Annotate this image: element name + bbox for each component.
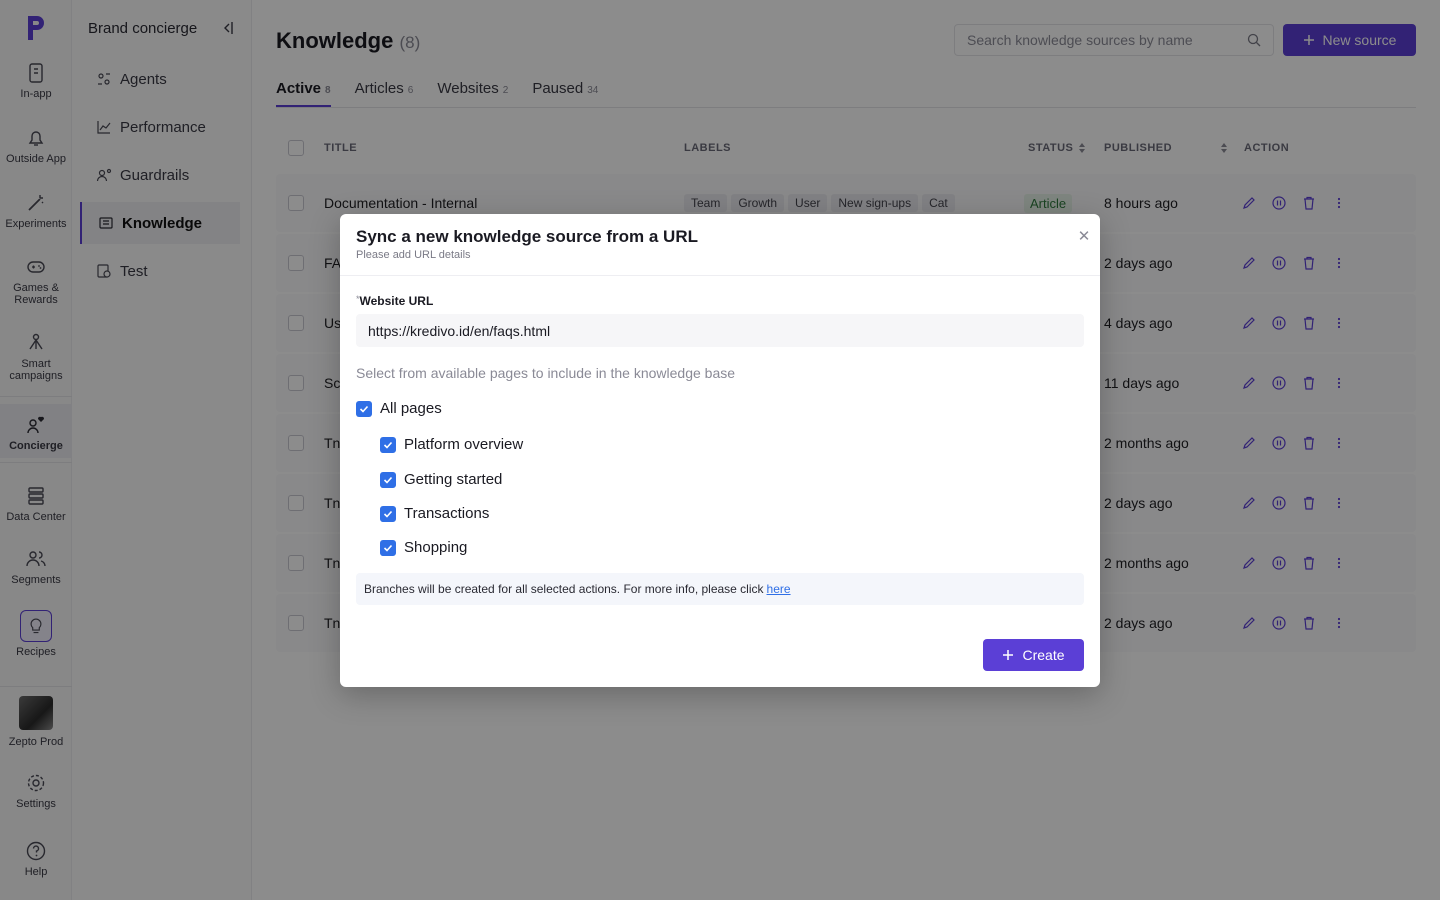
modal-title: Sync a new knowledge source from a URL (356, 227, 698, 246)
all-pages-label: All pages (380, 400, 442, 417)
page-option-label: Transactions (404, 505, 490, 522)
sync-url-modal: Sync a new knowledge source from a URL P… (340, 214, 1100, 687)
modal-subtitle: Please add URL details (356, 249, 471, 261)
close-icon[interactable]: ✕ (1076, 229, 1092, 245)
info-text: Branches will be created for all selecte… (364, 582, 764, 596)
info-link[interactable]: here (767, 582, 791, 596)
modal-header: Sync a new knowledge source from a URL P… (340, 214, 1100, 276)
checkbox-checked[interactable] (380, 539, 396, 556)
check-icon (383, 544, 393, 552)
checkbox-checked[interactable] (356, 400, 372, 417)
checkbox-checked[interactable] (380, 436, 396, 453)
page-option-label: Getting started (404, 471, 503, 488)
website-url-label: *Website URL (356, 294, 433, 308)
website-url-input[interactable] (356, 314, 1084, 347)
check-icon (359, 405, 369, 413)
check-icon (383, 441, 393, 449)
all-pages-checkbox[interactable]: All pages (356, 400, 442, 417)
page-option-transactions[interactable]: Transactions (380, 505, 489, 522)
info-banner: Branches will be created for all selecte… (356, 573, 1084, 605)
pages-hint: Select from available pages to include i… (356, 365, 736, 381)
create-label: Create (1022, 647, 1065, 663)
page-option-label: Shopping (404, 539, 468, 556)
page-option-platform-overview[interactable]: Platform overview (380, 436, 523, 453)
page-option-getting-started[interactable]: Getting started (380, 471, 502, 488)
checkbox-checked[interactable] (380, 505, 396, 522)
check-icon (383, 476, 393, 484)
page-option-shopping[interactable]: Shopping (380, 539, 467, 556)
plus-icon (1003, 650, 1014, 660)
create-button[interactable]: Create (983, 639, 1084, 671)
website-url-label-text: Website URL (359, 294, 434, 308)
page-option-label: Platform overview (404, 436, 524, 453)
checkbox-checked[interactable] (380, 471, 396, 488)
check-icon (383, 510, 393, 518)
